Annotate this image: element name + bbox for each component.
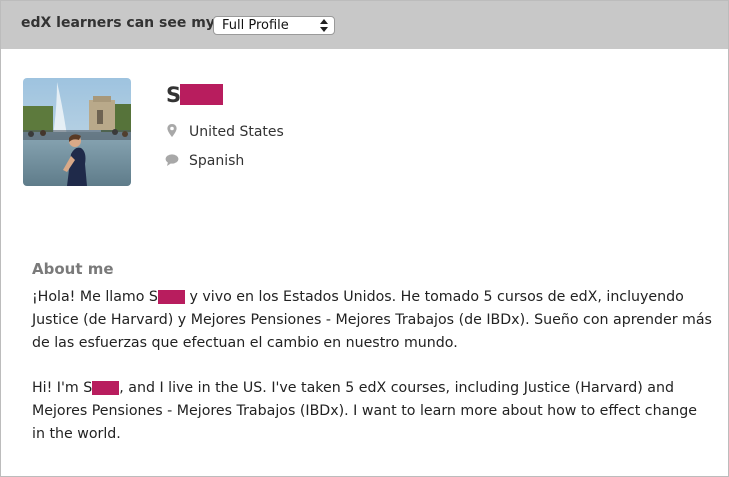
- visibility-select[interactable]: Full Profile: [213, 16, 335, 35]
- visibility-label: edX learners can see my:: [21, 15, 221, 31]
- bio-paragraph-spanish: ¡Hola! Me llamo S y vivo en los Estados …: [32, 286, 712, 355]
- profile-name: S: [166, 82, 224, 108]
- bio-es-name-redaction: [157, 290, 185, 304]
- visibility-selected-value: Full Profile: [222, 18, 289, 33]
- name-initial: S: [166, 83, 182, 107]
- profile-photo-image: [23, 78, 131, 186]
- profile-page: edX learners can see my: Full Profile S …: [0, 0, 729, 477]
- bio-en-part2: , and I live in the US. I've taken 5 edX…: [32, 380, 697, 442]
- name-redaction: [180, 84, 224, 105]
- speech-bubble-icon: [165, 154, 179, 166]
- bio-es-part1: ¡Hola! Me llamo S: [32, 289, 158, 305]
- location-text: United States: [189, 124, 284, 140]
- map-pin-icon: [167, 124, 177, 137]
- bio-paragraph-english: Hi! I'm S, and I live in the US. I've ta…: [32, 377, 712, 446]
- profile-visibility-bar: edX learners can see my: Full Profile: [1, 1, 728, 49]
- bio-en-part1: Hi! I'm S: [32, 380, 93, 396]
- language-text: Spanish: [189, 153, 245, 169]
- about-me-heading: About me: [32, 260, 114, 278]
- profile-photo[interactable]: [23, 78, 131, 186]
- up-down-arrows-icon: [320, 19, 328, 32]
- bio-en-name-redaction: [92, 381, 120, 395]
